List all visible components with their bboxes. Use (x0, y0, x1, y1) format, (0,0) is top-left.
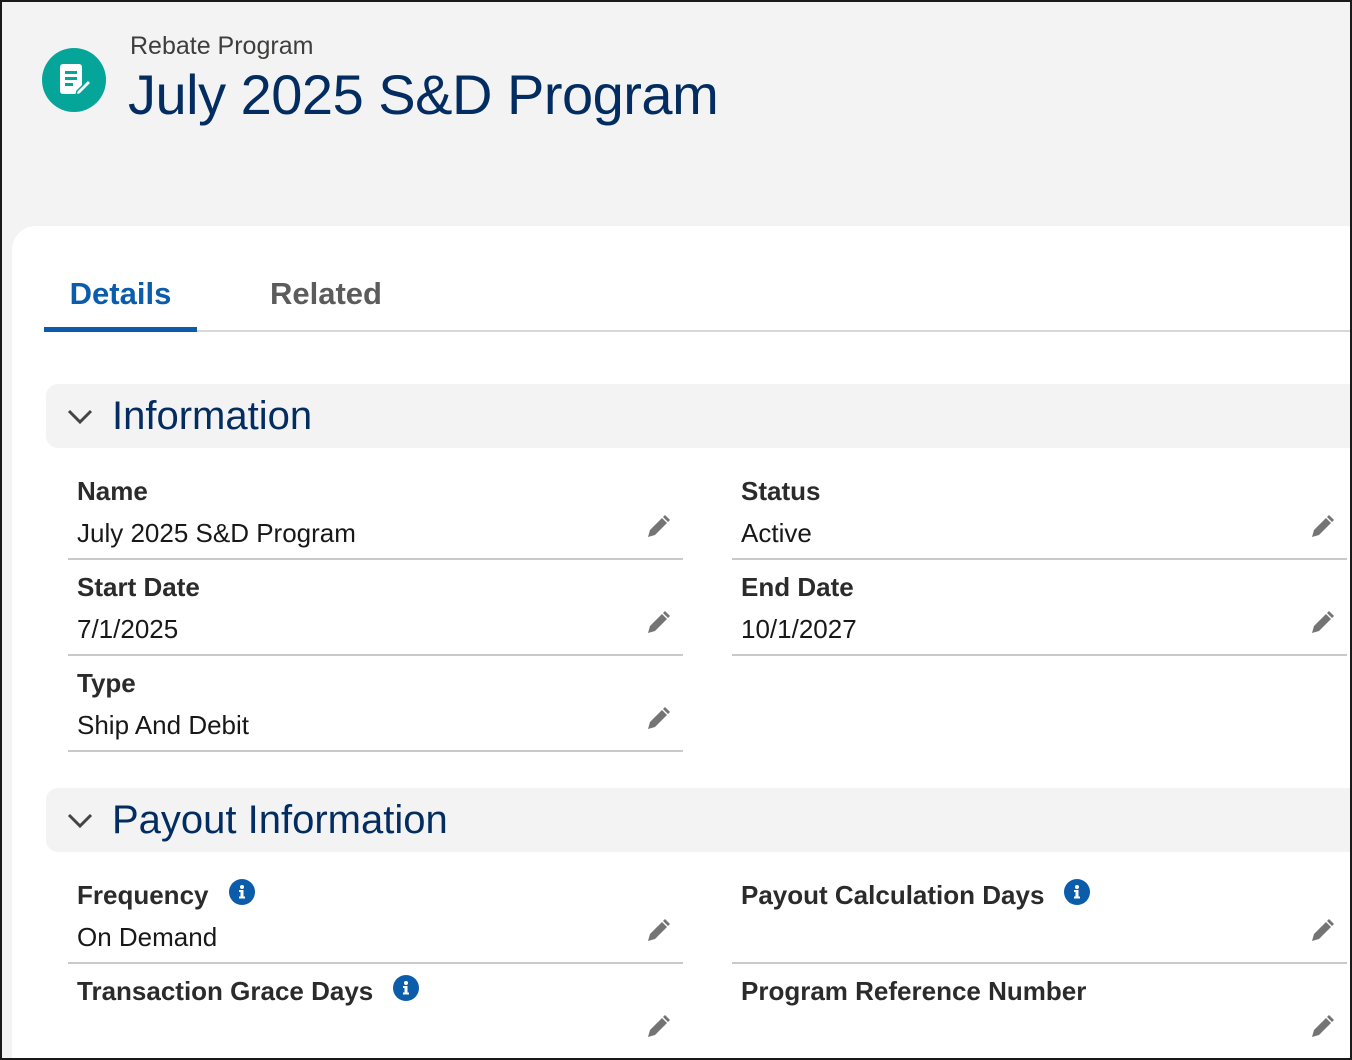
field-end-date: End Date 10/1/2027 (732, 566, 1347, 656)
field-name: Name July 2025 S&D Program (68, 470, 683, 560)
field-start-date: Start Date 7/1/2025 (68, 566, 683, 656)
info-icon[interactable] (1064, 878, 1091, 905)
page-title: July 2025 S&D Program (128, 63, 719, 126)
field-label-text: Frequency (77, 880, 209, 910)
field-value: On Demand (77, 922, 218, 952)
info-icon[interactable] (393, 974, 420, 1001)
record-page: Rebate Program July 2025 S&D Program Det… (0, 0, 1352, 1060)
field-transaction-grace-days: Transaction Grace Days (68, 970, 683, 1058)
field-program-reference-number: Program Reference Number (732, 970, 1347, 1058)
pencil-icon[interactable] (1309, 610, 1335, 636)
field-label: Name (77, 476, 148, 506)
field-value: Active (741, 518, 812, 548)
field-payout-calculation-days: Payout Calculation Days (732, 874, 1347, 964)
field-value: July 2025 S&D Program (77, 518, 356, 548)
field-label: Status (741, 476, 821, 506)
tab-bar: Details Related (44, 270, 1350, 332)
pencil-icon[interactable] (1309, 918, 1335, 944)
section-title: Information (112, 393, 313, 438)
field-label: End Date (741, 572, 854, 602)
field-value: 10/1/2027 (741, 614, 857, 644)
field-label: Start Date (77, 572, 200, 602)
field-value: 7/1/2025 (77, 614, 179, 644)
field-value: Ship And Debit (77, 710, 250, 740)
field-label: Frequency (77, 878, 255, 911)
field-frequency: Frequency On Demand (68, 874, 683, 964)
document-edit-icon (42, 48, 106, 112)
section-title: Payout Information (112, 797, 448, 842)
field-label: Payout Calculation Days (741, 878, 1091, 911)
pencil-icon[interactable] (645, 610, 671, 636)
field-status: Status Active (732, 470, 1347, 560)
pencil-icon[interactable] (1309, 1014, 1335, 1040)
field-type: Type Ship And Debit (68, 662, 683, 752)
tab-related[interactable]: Related (270, 270, 382, 332)
pencil-icon[interactable] (645, 514, 671, 540)
info-icon[interactable] (228, 878, 255, 905)
section-header-information[interactable]: Information (46, 384, 1350, 448)
field-label: Program Reference Number (741, 976, 1087, 1006)
chevron-down-icon (66, 401, 96, 431)
pencil-icon[interactable] (645, 918, 671, 944)
field-label: Type (77, 668, 136, 698)
field-label-text: Payout Calculation Days (741, 880, 1045, 910)
details-card: Details Related Information Name July 20… (12, 226, 1350, 1058)
field-label: Transaction Grace Days (77, 974, 420, 1007)
chevron-down-icon (66, 805, 96, 835)
pencil-icon[interactable] (645, 1014, 671, 1040)
tab-details[interactable]: Details (44, 270, 197, 332)
pencil-icon[interactable] (1309, 514, 1335, 540)
section-header-payout-information[interactable]: Payout Information (46, 788, 1350, 852)
pencil-icon[interactable] (645, 706, 671, 732)
object-label: Rebate Program (130, 32, 314, 60)
field-label-text: Transaction Grace Days (77, 976, 374, 1006)
